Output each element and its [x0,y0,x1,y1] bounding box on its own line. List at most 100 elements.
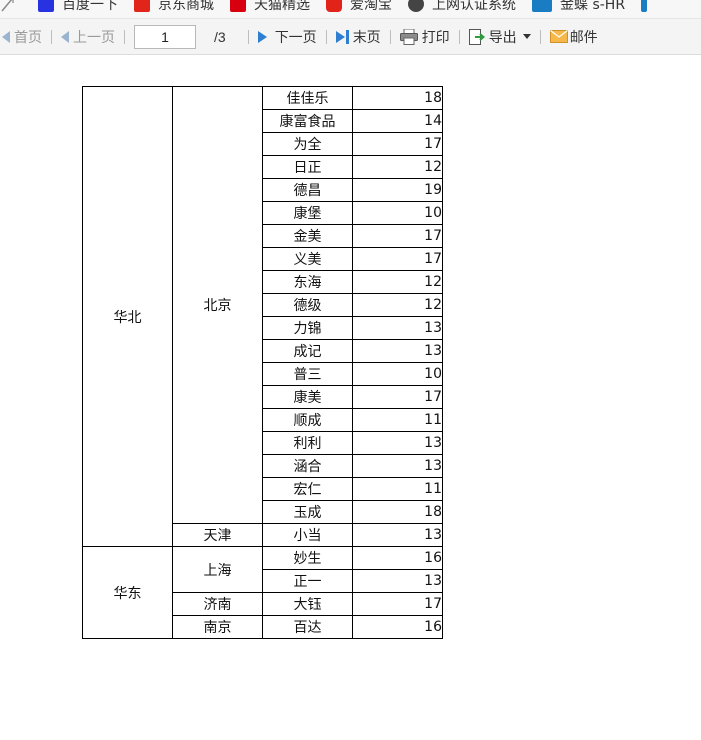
supplier-name-cell: 义美 [262,247,353,271]
table-row: 华东 上海 妙生 16 [82,546,443,639]
chevron-down-icon [522,34,531,39]
value-cell: 18 [352,86,443,110]
bookmark-label: 京东商城 [158,0,214,13]
report-toolbar: 首页 上一页 /3 下一页 末页 打印 导出 [0,19,701,55]
toolbar-divider [325,29,327,44]
toolbar-divider [247,29,249,44]
value-cell: 17 [352,592,443,616]
supplier-name-cell: 普三 [262,362,353,386]
supplier-name-cell: 康堡 [262,201,353,225]
value-cell: 17 [352,132,443,156]
value-cell: 13 [352,454,443,478]
baidu-icon [38,0,54,12]
bookmark-item[interactable]: 天猫精选 [230,0,310,14]
bookmark-label: 上网认证系统 [432,0,516,13]
supplier-name-cell: 利利 [262,431,353,455]
supplier-name-cell: 佳佳乐 [262,86,353,110]
bookmark-item[interactable]: 金蝶 s-HR [532,0,625,14]
mail-label: 邮件 [569,28,598,45]
mail-icon [549,30,568,43]
supplier-name-cell: 康美 [262,385,353,409]
value-cell: 11 [352,477,443,501]
value-cell: 10 [352,362,443,386]
bookmark-label: 金蝶 s-HR [560,0,626,13]
city-cell: 济南 [172,592,263,616]
value-cell: 17 [352,224,443,248]
value-cell: 12 [352,293,443,317]
supplier-name-cell: 日正 [262,155,353,179]
page-number-input[interactable] [134,24,196,49]
last-page-button[interactable]: 末页 [335,25,381,49]
region-cell: 华北 [82,86,173,547]
printer-icon [399,28,418,45]
supplier-name-cell: 力锦 [262,316,353,340]
supplier-name-cell: 正一 [262,569,353,593]
export-icon [468,28,485,45]
next-page-label: 下一页 [274,28,317,45]
toolbar-divider [458,29,460,44]
last-page-icon [335,29,349,44]
first-page-button[interactable]: 首页 [2,25,42,49]
value-cell: 18 [352,500,443,524]
city-cell: 天津 [172,523,263,547]
city-cell: 上海 [172,546,263,593]
first-page-label: 首页 [14,28,42,45]
bookmark-label: 百度一下 [62,0,118,13]
tmall-icon [230,0,246,12]
supplier-name-cell: 大钰 [262,592,353,616]
supplier-name-cell: 玉成 [262,500,353,524]
bookmark-item[interactable]: 京东商城 [134,0,214,14]
supplier-name-cell: 宏仁 [262,477,353,501]
supplier-name-cell: 小当 [262,523,353,547]
stock-icon [532,0,552,12]
supplier-name-cell: 金美 [262,224,353,248]
export-button[interactable]: 导出 [468,25,531,49]
value-cell: 10 [352,201,443,225]
supplier-name-cell: 妙生 [262,546,353,570]
value-cell: 13 [352,431,443,455]
value-cell: 13 [352,523,443,547]
page-total: /3 [214,28,226,45]
export-label: 导出 [488,28,517,45]
value-cell: 17 [352,247,443,271]
city-cell: 南京 [172,615,263,639]
next-page-icon [257,30,267,43]
mail-button[interactable]: 邮件 [549,25,598,49]
last-page-label: 末页 [352,28,381,45]
value-cell: 13 [352,339,443,363]
supplier-name-cell: 成记 [262,339,353,363]
report-table: 华北 北京 佳佳乐 18 康富食品 14 为全 17 日正 12 德昌 19 康堡 10 金美 17 义美 17 东… [82,86,443,639]
toolbar-divider [51,29,52,44]
network-icon [408,0,424,12]
bookmark-label: 天猫精选 [254,0,310,13]
taobao-icon [326,0,342,12]
toolbar-divider [539,29,541,44]
prev-page-label: 上一页 [73,28,115,45]
supplier-name-cell: 涵合 [262,454,353,478]
print-button[interactable]: 打印 [399,25,450,49]
bookmark-item[interactable] [0,0,22,12]
prev-page-button[interactable]: 上一页 [61,25,115,49]
value-cell: 16 [352,546,443,570]
bookmark-slash-icon [0,0,14,12]
bookmark-item[interactable]: 爱淘宝 [326,0,392,14]
print-label: 打印 [421,28,450,45]
value-cell: 19 [352,178,443,202]
supplier-name-cell: 百达 [262,615,353,639]
supplier-name-cell: 东海 [262,270,353,294]
bookmark-overflow-icon [641,0,648,12]
bookmark-item[interactable]: 上网认证系统 [408,0,516,14]
bookmark-label: 爱淘宝 [350,0,392,13]
value-cell: 14 [352,109,443,133]
prev-page-icon [61,30,69,43]
supplier-name-cell: 为全 [262,132,353,156]
city-cell: 北京 [172,86,263,524]
bookmarks-row: 百度一下 京东商城 天猫精选 爱淘宝 上网认证系统 金蝶 s-HR [0,0,655,16]
next-page-button[interactable]: 下一页 [257,25,317,49]
table-row: 华北 北京 佳佳乐 18 [82,86,443,547]
bookmark-item[interactable]: 百度一下 [38,0,118,14]
first-page-icon [2,30,10,43]
toolbar-divider [124,29,125,44]
supplier-name-cell: 德级 [262,293,353,317]
toolbar-divider [389,29,391,44]
